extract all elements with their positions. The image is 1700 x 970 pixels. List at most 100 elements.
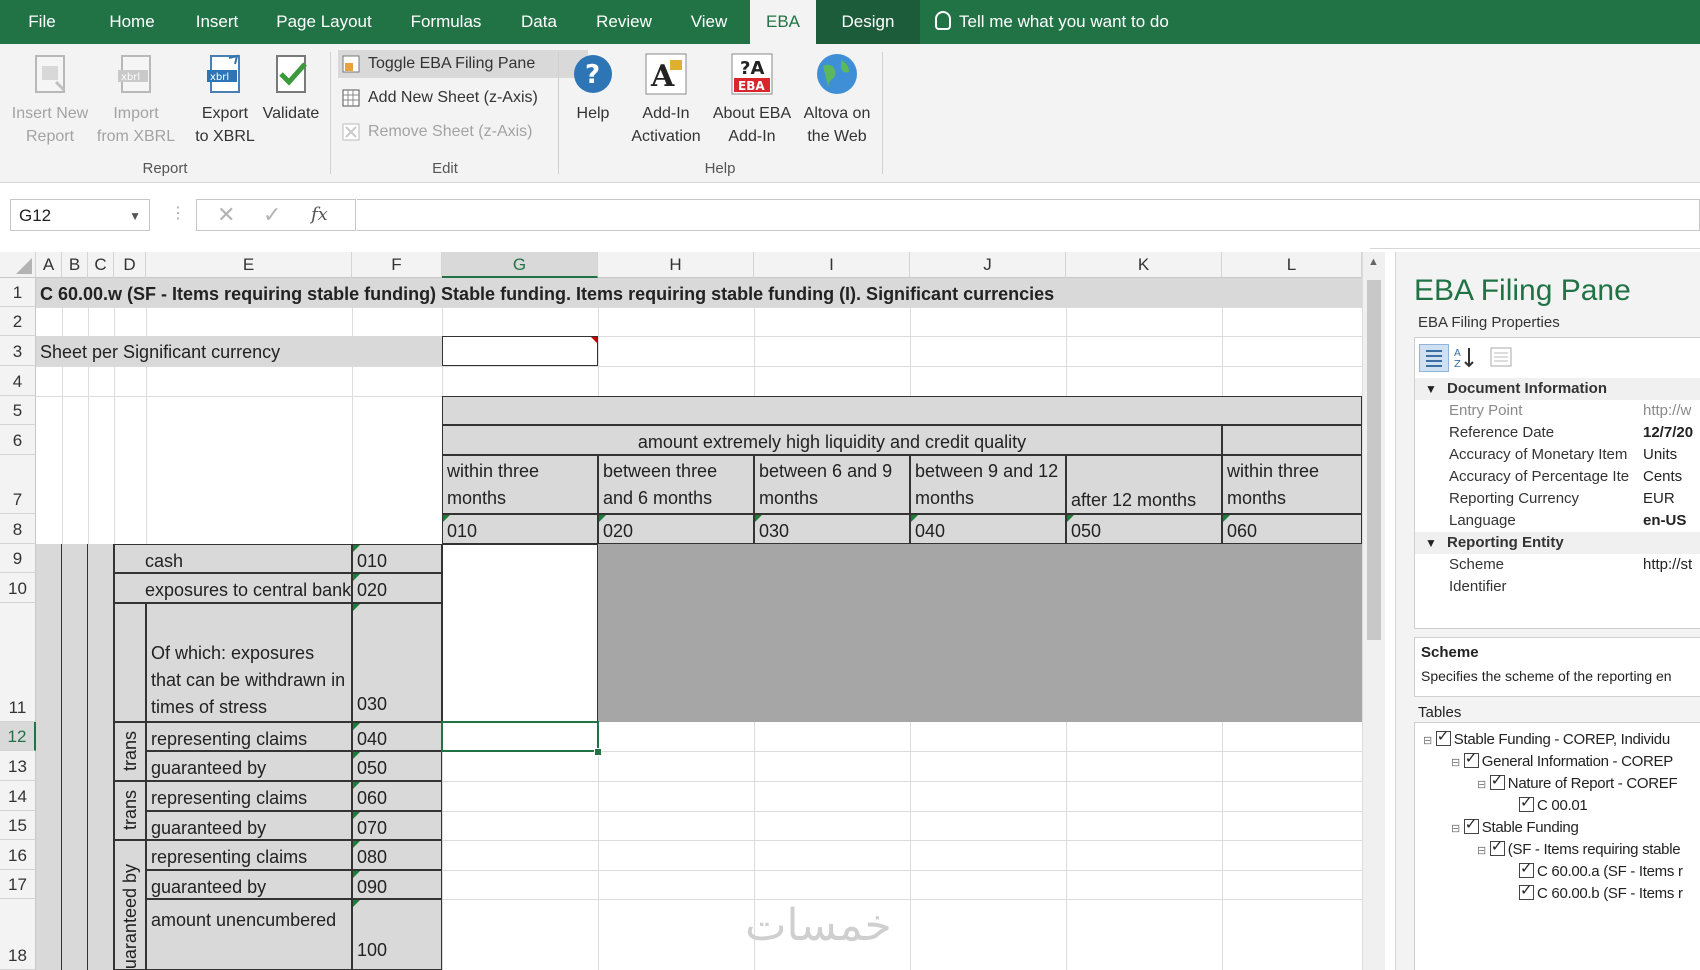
cell-marker bbox=[353, 545, 360, 552]
property-row[interactable]: Reporting Currency EUR bbox=[1415, 488, 1700, 510]
selected-cell-g12[interactable] bbox=[441, 721, 599, 752]
column-header-f[interactable]: F bbox=[352, 252, 442, 278]
column-header-k[interactable]: K bbox=[1066, 252, 1222, 278]
checkbox[interactable] bbox=[1519, 881, 1534, 900]
tab-file[interactable]: File bbox=[20, 0, 64, 44]
tab-home[interactable]: Home bbox=[96, 0, 168, 44]
property-row[interactable]: Entry Point http://w bbox=[1415, 400, 1700, 422]
property-row[interactable]: Identifier bbox=[1415, 576, 1700, 598]
enter-checkmark-icon[interactable]: ✓ bbox=[263, 202, 281, 228]
tab-design[interactable]: Design bbox=[816, 0, 920, 44]
name-box[interactable]: G12 ▼ bbox=[10, 199, 150, 231]
checkbox[interactable] bbox=[1519, 793, 1534, 812]
select-all-corner[interactable] bbox=[0, 252, 36, 278]
tab-page-layout[interactable]: Page Layout bbox=[270, 0, 378, 44]
column-header-e[interactable]: E bbox=[146, 252, 352, 278]
property-pages-icon[interactable] bbox=[1489, 346, 1513, 368]
category-document-information[interactable]: ▼ Document Information bbox=[1415, 378, 1700, 400]
tree-item[interactable]: ⊟ Stable Funding bbox=[1451, 815, 1579, 836]
tree-item[interactable]: ⊟ Stable Funding - COREP, Individu bbox=[1423, 727, 1670, 748]
export-xbrl-button[interactable]: xbrl Export to XBRL bbox=[186, 52, 264, 148]
category-reporting-entity[interactable]: ▼ Reporting Entity bbox=[1415, 532, 1700, 554]
insert-function-button[interactable]: fx bbox=[311, 204, 328, 225]
row-header-4[interactable]: 4 bbox=[0, 366, 36, 396]
row-header-15[interactable]: 15 bbox=[0, 811, 36, 840]
tab-view[interactable]: View bbox=[684, 0, 734, 44]
fill-handle[interactable] bbox=[594, 748, 602, 756]
tab-formulas[interactable]: Formulas bbox=[404, 0, 488, 44]
import-xbrl-button[interactable]: xbrl Import from XBRL bbox=[96, 52, 176, 148]
scroll-up-icon[interactable]: ▲ bbox=[1368, 256, 1379, 268]
data-cell-g9-g11[interactable] bbox=[442, 544, 598, 722]
row-header-2[interactable]: 2 bbox=[0, 307, 36, 336]
row-header-10[interactable]: 10 bbox=[0, 573, 36, 603]
categorized-view-icon[interactable] bbox=[1419, 344, 1449, 372]
row-header-12[interactable]: 12 bbox=[0, 722, 36, 751]
row-header-14[interactable]: 14 bbox=[0, 781, 36, 811]
tab-data[interactable]: Data bbox=[515, 0, 563, 44]
row-header-7[interactable]: 7 bbox=[0, 455, 36, 514]
sort-alphabetical-icon[interactable]: AZ bbox=[1451, 344, 1479, 370]
column-header-b[interactable]: B bbox=[62, 252, 88, 278]
row-header-17[interactable]: 17 bbox=[0, 870, 36, 899]
column-header-c[interactable]: C bbox=[88, 252, 114, 278]
column-header-a[interactable]: A bbox=[36, 252, 62, 278]
property-row[interactable]: Language en-US bbox=[1415, 510, 1700, 532]
row-header-16[interactable]: 16 bbox=[0, 840, 36, 870]
row-header-9[interactable]: 9 bbox=[0, 544, 36, 573]
column-header-i[interactable]: I bbox=[754, 252, 910, 278]
worksheet-grid[interactable]: A B C D E F G H I J K L 1 2 3 4 5 6 7 8 … bbox=[0, 248, 1370, 970]
validate-button[interactable]: Validate bbox=[260, 52, 322, 125]
formula-input[interactable] bbox=[357, 199, 1700, 231]
toggle-eba-pane-button[interactable]: Toggle EBA Filing Pane bbox=[338, 50, 588, 78]
checkbox[interactable] bbox=[1519, 859, 1534, 878]
tree-item[interactable]: C 60.00.b (SF - Items r bbox=[1519, 881, 1683, 902]
sheet-title[interactable]: C 60.00.w (SF - Items requiring stable f… bbox=[36, 278, 1362, 307]
tab-insert[interactable]: Insert bbox=[188, 0, 246, 44]
tree-item[interactable]: C 60.00.a (SF - Items r bbox=[1519, 859, 1683, 880]
row-header-18[interactable]: 18 bbox=[0, 899, 36, 970]
checkbox[interactable] bbox=[1435, 727, 1451, 746]
help-button[interactable]: ? Help bbox=[568, 52, 618, 125]
addin-activation-button[interactable]: A Add-In Activation bbox=[622, 52, 710, 148]
tab-eba[interactable]: EBA bbox=[750, 0, 816, 44]
altova-web-button[interactable]: Altova on the Web bbox=[796, 52, 878, 148]
property-row[interactable]: Accuracy of Percentage Ite Cents bbox=[1415, 466, 1700, 488]
about-eba-button[interactable]: ?A EBA About EBA Add-In bbox=[708, 52, 796, 148]
remove-sheet-button[interactable]: Remove Sheet (z-Axis) bbox=[338, 118, 588, 146]
row-header-8[interactable]: 8 bbox=[0, 514, 36, 544]
chevron-down-icon[interactable]: ▼ bbox=[129, 200, 141, 232]
tree-item[interactable]: C 00.01 bbox=[1519, 793, 1588, 814]
cancel-icon[interactable]: ✕ bbox=[217, 202, 235, 228]
row-header-1[interactable]: 1 bbox=[0, 278, 36, 307]
checkbox[interactable] bbox=[1463, 749, 1479, 768]
scroll-thumb[interactable] bbox=[1367, 280, 1381, 640]
tree-item[interactable]: ⊟ General Information - COREP bbox=[1451, 749, 1673, 770]
checkbox[interactable] bbox=[1489, 771, 1505, 790]
row-header-11[interactable]: 11 bbox=[0, 603, 36, 722]
insert-new-report-button[interactable]: Insert New Report bbox=[6, 52, 94, 148]
tree-item[interactable]: ⊟ Nature of Report - COREF bbox=[1477, 771, 1678, 792]
add-sheet-button[interactable]: Add New Sheet (z-Axis) bbox=[338, 84, 588, 112]
property-row[interactable]: Scheme http://st bbox=[1415, 554, 1700, 576]
row-header-5[interactable]: 5 bbox=[0, 396, 36, 425]
tree-item[interactable]: ⊟ (SF - Items requiring stable bbox=[1477, 837, 1681, 858]
property-row[interactable]: Reference Date 12/7/20 bbox=[1415, 422, 1700, 444]
checkbox[interactable] bbox=[1489, 837, 1505, 856]
checkbox[interactable] bbox=[1463, 815, 1479, 834]
collapse-chevron-icon[interactable]: ▼ bbox=[1425, 532, 1437, 554]
column-header-h[interactable]: H bbox=[598, 252, 754, 278]
row-header-6[interactable]: 6 bbox=[0, 425, 36, 455]
vertical-scrollbar[interactable]: ▲ bbox=[1362, 252, 1385, 970]
row-header-3[interactable]: 3 bbox=[0, 336, 36, 366]
row-header-13[interactable]: 13 bbox=[0, 751, 36, 781]
column-header-d[interactable]: D bbox=[114, 252, 146, 278]
tab-review[interactable]: Review bbox=[591, 0, 657, 44]
collapse-chevron-icon[interactable]: ▼ bbox=[1425, 378, 1437, 400]
tell-me-search[interactable]: Tell me what you want to do bbox=[935, 0, 1169, 44]
currency-input-cell[interactable] bbox=[442, 336, 598, 366]
column-header-g[interactable]: G bbox=[442, 252, 598, 278]
property-row[interactable]: Accuracy of Monetary Item Units bbox=[1415, 444, 1700, 466]
column-header-j[interactable]: J bbox=[910, 252, 1066, 278]
column-header-l[interactable]: L bbox=[1222, 252, 1362, 278]
